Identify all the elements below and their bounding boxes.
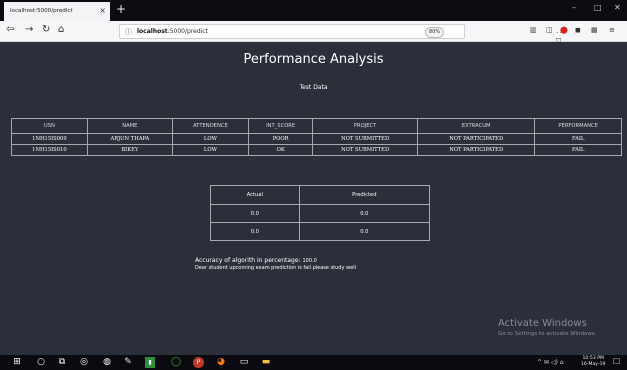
table-row: 1NH15IS009 ARJUN THAPA LOW POOR NOT SUBM… bbox=[11, 133, 622, 145]
table-row: 0.0 0.0 bbox=[210, 204, 431, 223]
header-extracum: EXTRACUM bbox=[416, 118, 536, 134]
app-icon-1[interactable]: ◎ bbox=[78, 357, 90, 368]
search-icon[interactable]: ○ bbox=[35, 357, 47, 368]
toolbar-grid-icon[interactable]: ▦ bbox=[591, 26, 598, 34]
header-project: PROJECT bbox=[312, 118, 418, 134]
table-row: 1NH15IS010 BIKEY LOW OK NOT SUBMITTED NO… bbox=[11, 144, 622, 156]
app-icon-3[interactable]: ✎ bbox=[122, 357, 134, 368]
minimize-icon[interactable]: – bbox=[572, 3, 576, 12]
accuracy-line: Accuracy of algorith in percentage: 100.… bbox=[195, 257, 317, 264]
app-icon-4[interactable]: ▮ bbox=[145, 357, 155, 368]
cell-project: NOT SUBMITTED bbox=[312, 133, 418, 145]
header-int-score: INT_SCORE bbox=[248, 118, 314, 134]
library-icon[interactable]: ▥ bbox=[530, 26, 537, 34]
app-icon-8[interactable]: ▭ bbox=[238, 357, 250, 368]
sidebar-icon[interactable]: ◫ bbox=[546, 26, 553, 34]
performance-table: USN NAME ATTENDENCE INT_SCORE PROJECT EX… bbox=[11, 118, 622, 156]
forward-icon[interactable]: → bbox=[25, 24, 33, 35]
menu-icon[interactable]: ≡ bbox=[609, 26, 615, 34]
zoom-level-badge[interactable]: 80% bbox=[425, 27, 445, 38]
cell-extracum: NOT PARTICIPATED bbox=[416, 133, 536, 145]
prediction-comparison-table: Actual Predicted 0.0 0.0 0.0 0.0 bbox=[210, 185, 431, 241]
url-path: :5000/predict bbox=[167, 28, 208, 35]
cell-actual: 0.0 bbox=[210, 204, 300, 223]
table-row: 0.0 0.0 bbox=[210, 222, 431, 241]
accuracy-label: Accuracy of algorith in percentage: bbox=[195, 257, 301, 264]
notification-icon[interactable]: ☐ bbox=[613, 357, 620, 366]
table-header-row: Actual Predicted bbox=[210, 185, 431, 205]
browser-navbar: ⇦ → ↻ ⌂ ⓘ localhost:5000/predict 80% ···… bbox=[0, 21, 627, 54]
windows-start-icon[interactable]: ⊞ bbox=[10, 357, 24, 368]
system-tray-icons[interactable]: ^ ✉ ◁) ⌂ bbox=[537, 359, 564, 366]
close-window-icon[interactable]: ✕ bbox=[614, 3, 621, 12]
site-info-icon[interactable]: ⓘ bbox=[125, 27, 132, 37]
app-icon-6[interactable]: P bbox=[193, 357, 204, 368]
accuracy-value: 100.0 bbox=[302, 258, 317, 264]
firefox-icon[interactable]: ◕ bbox=[215, 357, 227, 368]
cell-predicted: 0.0 bbox=[298, 222, 431, 241]
url-text[interactable]: localhost:5000/predict bbox=[137, 28, 208, 35]
header-performance: PERFORMANCE bbox=[534, 118, 622, 134]
cell-name: BIKEY bbox=[86, 144, 173, 156]
extension-icon[interactable]: ◼ bbox=[575, 26, 581, 34]
cell-actual: 0.0 bbox=[210, 222, 300, 241]
maximize-icon[interactable]: □ bbox=[594, 3, 602, 12]
reload-icon[interactable]: ↻ bbox=[42, 24, 50, 35]
cell-performance: FAIL bbox=[534, 144, 622, 156]
page-title: Performance Analysis bbox=[243, 52, 384, 67]
taskbar-clock[interactable]: 10:53 PM 16-May-19 bbox=[581, 356, 605, 368]
app-icon-5[interactable]: ◯ bbox=[170, 357, 182, 368]
header-usn: USN bbox=[11, 118, 88, 134]
table-header-row: USN NAME ATTENDENCE INT_SCORE PROJECT EX… bbox=[11, 118, 622, 134]
cell-name: ARJUN THAPA bbox=[86, 133, 173, 145]
cell-extracum: NOT PARTICIPATED bbox=[416, 144, 536, 156]
browser-titlebar: localhost:5000/predict × + – □ ✕ bbox=[0, 0, 627, 21]
page-subtitle: Test Data bbox=[299, 84, 328, 91]
header-actual: Actual bbox=[210, 185, 300, 205]
tab-title: localhost:5000/predict bbox=[10, 8, 73, 14]
browser-tab[interactable]: localhost:5000/predict × bbox=[4, 2, 110, 21]
watermark-subtitle: Go to Settings to activate Windows. bbox=[498, 331, 597, 337]
tab-close-icon[interactable]: × bbox=[99, 6, 106, 15]
cell-usn: 1NH15IS009 bbox=[11, 133, 88, 145]
taskbar: ⊞ ○ ⧉ ◎ ◍ ✎ ▮ ◯ P ◕ ▭ ▬ ^ ✉ ◁) ⌂ 10:53 P… bbox=[0, 355, 627, 370]
activation-watermark: Activate Windows Go to Settings to activ… bbox=[498, 318, 597, 337]
cell-project: NOT SUBMITTED bbox=[312, 144, 418, 156]
cell-attendence: LOW bbox=[171, 133, 250, 145]
header-predicted: Predicted bbox=[298, 185, 431, 205]
cell-predicted: 0.0 bbox=[298, 204, 431, 223]
clock-date: 16-May-19 bbox=[581, 362, 606, 367]
home-icon[interactable]: ⌂ bbox=[58, 24, 64, 35]
watermark-title: Activate Windows bbox=[498, 318, 587, 329]
file-explorer-icon[interactable]: ▬ bbox=[260, 357, 272, 368]
addon-block-icon[interactable]: ⬤ bbox=[560, 26, 568, 34]
page-content: Performance Analysis Test Data USN NAME … bbox=[0, 42, 627, 355]
back-icon[interactable]: ⇦ bbox=[6, 24, 14, 35]
header-name: NAME bbox=[86, 118, 173, 134]
cell-performance: FAIL bbox=[534, 133, 622, 145]
cell-attendence: LOW bbox=[171, 144, 250, 156]
cell-usn: 1NH15IS010 bbox=[11, 144, 88, 156]
app-icon-2[interactable]: ◍ bbox=[101, 357, 113, 368]
cell-int-score: OK bbox=[248, 144, 314, 156]
url-bar[interactable]: ⓘ localhost:5000/predict 80% ··· ⛉ ☆ bbox=[119, 24, 565, 54]
new-tab-button[interactable]: + bbox=[116, 2, 126, 16]
task-view-icon[interactable]: ⧉ bbox=[56, 357, 68, 368]
cell-int-score: POOR bbox=[248, 133, 314, 145]
prediction-message: Dear student upcoming exam prediction is… bbox=[195, 265, 356, 271]
url-host: localhost bbox=[137, 28, 168, 35]
header-attendence: ATTENDENCE bbox=[171, 118, 250, 134]
